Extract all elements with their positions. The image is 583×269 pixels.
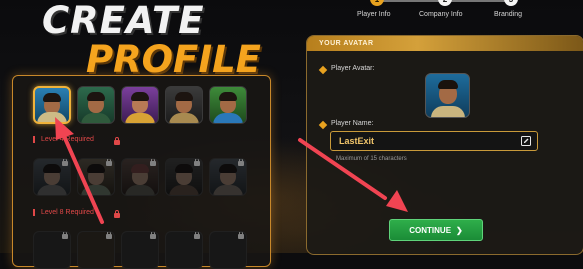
lock-icon <box>62 159 68 166</box>
avatar-picker-panel: Level 4 Required Level 8 Required <box>12 75 271 269</box>
lock-icon <box>106 159 112 166</box>
step-1-indicator[interactable]: 1 <box>370 0 384 6</box>
lock-icon <box>150 159 156 166</box>
avatar-option[interactable] <box>165 86 203 124</box>
lock-icon <box>194 232 200 239</box>
avatar-option-locked[interactable] <box>33 158 71 196</box>
step-2-label[interactable]: Company Info <box>419 11 463 18</box>
selected-avatar-preview <box>425 73 470 118</box>
level-4-required-label: Level 4 Required <box>33 136 94 143</box>
player-name-value: LastExit <box>339 136 375 146</box>
lock-icon <box>114 210 120 218</box>
lock-icon <box>62 232 68 239</box>
player-name-label: Player Name: <box>331 120 374 127</box>
avatar-row-level-8 <box>33 231 247 269</box>
avatar-option-locked[interactable] <box>77 158 115 196</box>
avatar-option[interactable] <box>77 86 115 124</box>
avatar-option[interactable] <box>121 86 159 124</box>
step-1-label[interactable]: Player Info <box>357 11 390 18</box>
avatar-option-locked[interactable] <box>165 231 203 269</box>
avatar-option-locked[interactable] <box>33 231 71 269</box>
page-title: CREATE PROFILE <box>42 2 261 78</box>
avatar-option[interactable] <box>209 86 247 124</box>
stepper-connector <box>450 0 510 2</box>
progress-stepper: 1 Player Info 2 Company Info 3 Branding <box>355 0 560 24</box>
avatar-option[interactable] <box>33 86 71 124</box>
title-line-2: PROFILE <box>86 38 261 81</box>
step-3-label[interactable]: Branding <box>494 11 522 18</box>
avatar-row-level-4 <box>33 158 247 196</box>
lock-icon <box>238 159 244 166</box>
diamond-bullet-icon <box>318 120 328 130</box>
avatar-option-locked[interactable] <box>77 231 115 269</box>
edit-icon[interactable] <box>521 136 531 146</box>
panel-header: YOUR AVATAR <box>307 36 583 51</box>
avatar-option-locked[interactable] <box>121 231 159 269</box>
diamond-bullet-icon <box>318 65 328 75</box>
avatar-option-locked[interactable] <box>209 158 247 196</box>
title-line-1: CREATE <box>42 0 205 42</box>
lock-icon <box>238 232 244 239</box>
avatar-option-locked[interactable] <box>209 231 247 269</box>
player-name-input[interactable]: LastExit <box>330 131 538 151</box>
level-8-required-label: Level 8 Required <box>33 209 94 216</box>
continue-button[interactable]: CONTINUE ❯ <box>389 219 483 241</box>
step-3-indicator[interactable]: 3 <box>504 0 518 6</box>
lock-icon <box>194 159 200 166</box>
avatar-row-unlocked <box>33 86 247 124</box>
chevron-right-icon: ❯ <box>456 225 463 235</box>
lock-icon <box>106 232 112 239</box>
avatar-option-locked[interactable] <box>121 158 159 196</box>
name-length-hint: Maximum of 15 characters <box>336 156 407 162</box>
lock-icon <box>114 137 120 145</box>
lock-icon <box>150 232 156 239</box>
continue-label: CONTINUE <box>409 225 452 235</box>
your-avatar-panel: YOUR AVATAR Player Avatar: Player Name: … <box>306 35 583 255</box>
stepper-connector <box>380 0 440 2</box>
step-2-indicator[interactable]: 2 <box>438 0 452 6</box>
player-avatar-label: Player Avatar: <box>331 65 375 72</box>
avatar-option-locked[interactable] <box>165 158 203 196</box>
